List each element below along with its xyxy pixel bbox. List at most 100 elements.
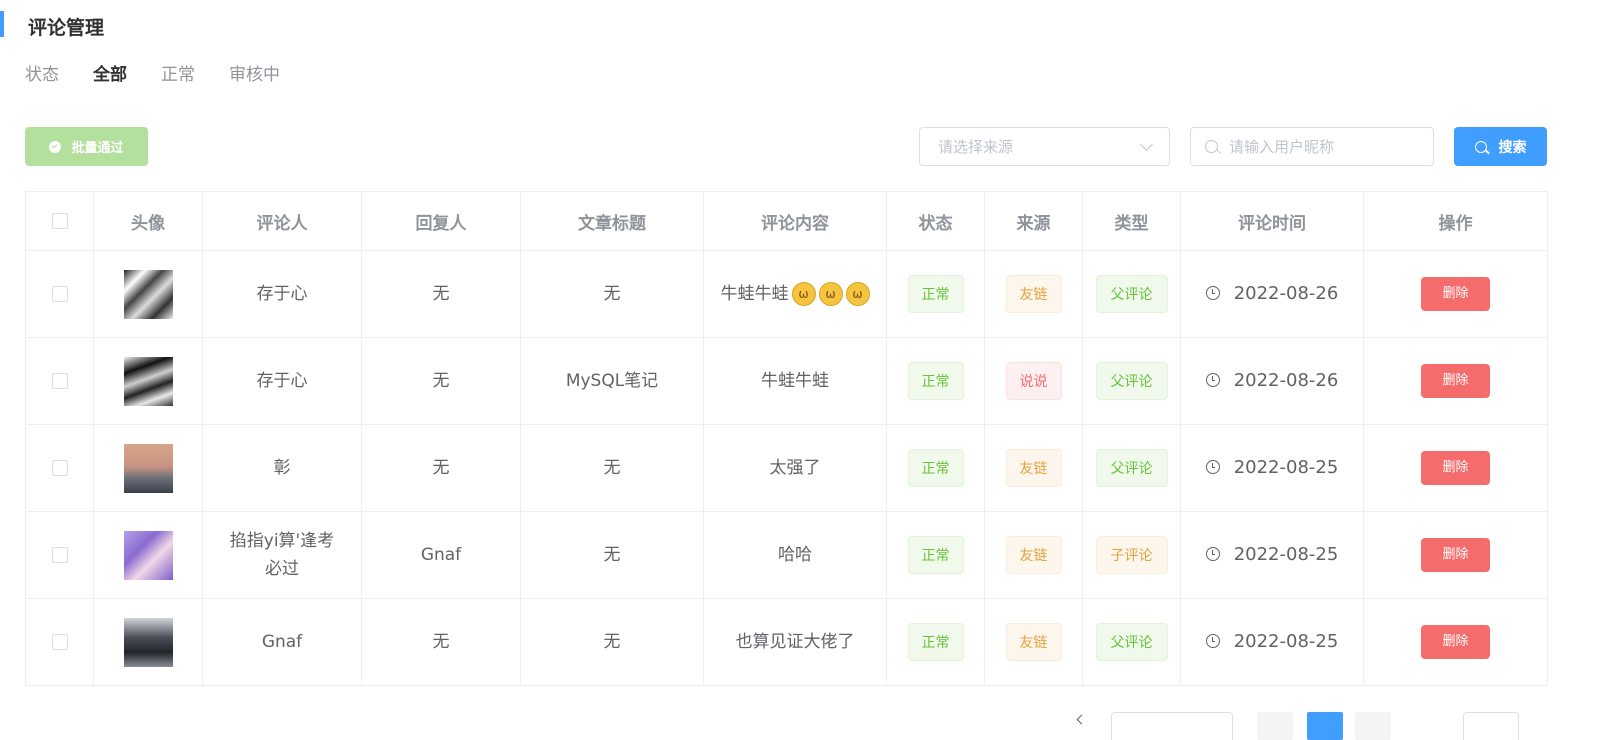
- column-header-time: 评论时间: [1180, 191, 1364, 251]
- replier-name: 无: [432, 284, 450, 304]
- type-tag: 父评论: [1095, 623, 1168, 661]
- nickname-search-input[interactable]: [1227, 136, 1421, 157]
- pagination-next-button[interactable]: [1355, 712, 1391, 740]
- comment-time: 2022-08-26: [1233, 369, 1339, 391]
- commenter-cell: 彰: [202, 424, 362, 512]
- commenter-cell: 存于心: [202, 250, 362, 338]
- commenter-cell: 掐指yi算'逢考必过: [202, 511, 362, 599]
- avatar: [123, 530, 173, 580]
- status-option-reviewing[interactable]: 审核中: [229, 60, 280, 85]
- search-icon: [1205, 140, 1218, 153]
- time-cell: 2022-08-26: [1180, 250, 1364, 338]
- status-filter: 状态 全部 正常 审核中: [25, 60, 314, 85]
- delete-button[interactable]: 删除: [1421, 625, 1490, 659]
- search-button-label: 搜索: [1498, 139, 1527, 156]
- replier-cell: 无: [361, 337, 521, 425]
- delete-button[interactable]: 删除: [1421, 277, 1490, 311]
- clock-icon: [1205, 547, 1220, 562]
- page-title: 评论管理: [28, 17, 105, 39]
- delete-button[interactable]: 删除: [1421, 364, 1490, 398]
- commenter-cell: 存于心: [202, 337, 362, 425]
- status-option-all[interactable]: 全部: [93, 60, 127, 85]
- source-cell: 说说: [984, 337, 1083, 425]
- article-title: MySQL笔记: [565, 371, 659, 391]
- status-filter-label: 状态: [25, 64, 59, 85]
- batch-approve-button[interactable]: 批量通过: [25, 127, 148, 166]
- search-icon: [1474, 140, 1487, 153]
- status-cell: 正常: [886, 598, 985, 686]
- actions-cell: 删除: [1363, 598, 1548, 686]
- delete-button[interactable]: 删除: [1421, 538, 1490, 572]
- status-option-normal[interactable]: 正常: [161, 60, 195, 85]
- row-checkbox[interactable]: [51, 286, 68, 302]
- comment-content: 也算见证大佬了: [735, 632, 855, 652]
- row-select-cell: [25, 250, 94, 338]
- source-cell: 友链: [984, 250, 1083, 338]
- replier-cell: 无: [361, 250, 521, 338]
- source-select-placeholder: 请选择来源: [938, 138, 1014, 156]
- type-cell: 父评论: [1082, 424, 1181, 512]
- type-tag: 子评论: [1095, 536, 1168, 574]
- type-tag: 父评论: [1095, 275, 1168, 313]
- select-all-checkbox[interactable]: [51, 213, 68, 229]
- search-button[interactable]: 搜索: [1454, 127, 1547, 166]
- type-cell: 子评论: [1082, 511, 1181, 599]
- article-title: 无: [603, 284, 621, 304]
- avatar-cell: [93, 598, 203, 686]
- row-checkbox[interactable]: [51, 373, 68, 389]
- comment-content: 太强了: [769, 458, 821, 478]
- commenter-cell: Gnaf: [202, 598, 362, 686]
- article-cell: 无: [520, 598, 704, 686]
- comment-time: 2022-08-25: [1233, 630, 1339, 652]
- pagination-prev-button[interactable]: [1257, 712, 1293, 740]
- actions-cell: 删除: [1363, 337, 1548, 425]
- replier-name: 无: [432, 632, 450, 652]
- status-cell: 正常: [886, 424, 985, 512]
- status-tag: 正常: [907, 275, 964, 313]
- actions-cell: 删除: [1363, 511, 1548, 599]
- row-checkbox[interactable]: [51, 634, 68, 650]
- source-select[interactable]: 请选择来源: [919, 127, 1170, 166]
- article-cell: MySQL笔记: [520, 337, 704, 425]
- cat-emoji-icon: ω: [791, 282, 816, 306]
- column-header-avatar: 头像: [93, 191, 203, 251]
- replier-cell: 无: [361, 598, 521, 686]
- content-cell: 也算见证大佬了: [703, 598, 887, 686]
- source-tag: 友链: [1005, 275, 1062, 313]
- avatar-cell: [93, 337, 203, 425]
- pagination-current-page[interactable]: [1307, 712, 1343, 740]
- comment-content: 哈哈: [778, 545, 812, 565]
- article-title: 无: [603, 632, 621, 652]
- comment-content: 牛蛙牛蛙: [761, 371, 829, 391]
- pagination-jump-input[interactable]: [1463, 712, 1519, 740]
- page-size-select[interactable]: [1111, 712, 1233, 740]
- source-cell: 友链: [984, 511, 1083, 599]
- nickname-search-field: [1190, 127, 1434, 166]
- row-checkbox[interactable]: [51, 460, 68, 476]
- avatar: [123, 617, 173, 667]
- chevron-down-icon: [1140, 138, 1153, 151]
- status-cell: 正常: [886, 511, 985, 599]
- column-header-actions: 操作: [1363, 191, 1548, 251]
- delete-button[interactable]: 删除: [1421, 451, 1490, 485]
- row-checkbox[interactable]: [51, 547, 68, 563]
- content-cell: 牛蛙牛蛙 ω ω ω: [703, 250, 887, 338]
- cat-emoji-icon: ω: [845, 282, 870, 306]
- commenter-name: 存于心: [256, 284, 308, 304]
- table-row: Gnaf 无 无 也算见证大佬了 正常 友链 父评论 2022-08-25 删除: [25, 598, 1548, 686]
- status-tag: 正常: [907, 623, 964, 661]
- status-cell: 正常: [886, 250, 985, 338]
- time-cell: 2022-08-25: [1180, 424, 1364, 512]
- table-row: 掐指yi算'逢考必过 Gnaf 无 哈哈 正常 友链 子评论 2022-08-2…: [25, 511, 1548, 599]
- comments-table: 头像 评论人 回复人 文章标题 评论内容 状态 来源 类型 评论时间 操作 存于…: [25, 191, 1548, 686]
- table-row: 存于心 无 无 牛蛙牛蛙 ω ω ω 正常 友链 父评论 2022-08-26 删除: [25, 250, 1548, 338]
- clock-icon: [1205, 634, 1220, 649]
- content-cell: 哈哈: [703, 511, 887, 599]
- row-select-cell: [25, 337, 94, 425]
- check-circle-icon: [49, 140, 62, 153]
- article-title: 无: [603, 458, 621, 478]
- column-header-status: 状态: [886, 191, 985, 251]
- column-header-type: 类型: [1082, 191, 1181, 251]
- clock-icon: [1205, 373, 1220, 388]
- article-cell: 无: [520, 424, 704, 512]
